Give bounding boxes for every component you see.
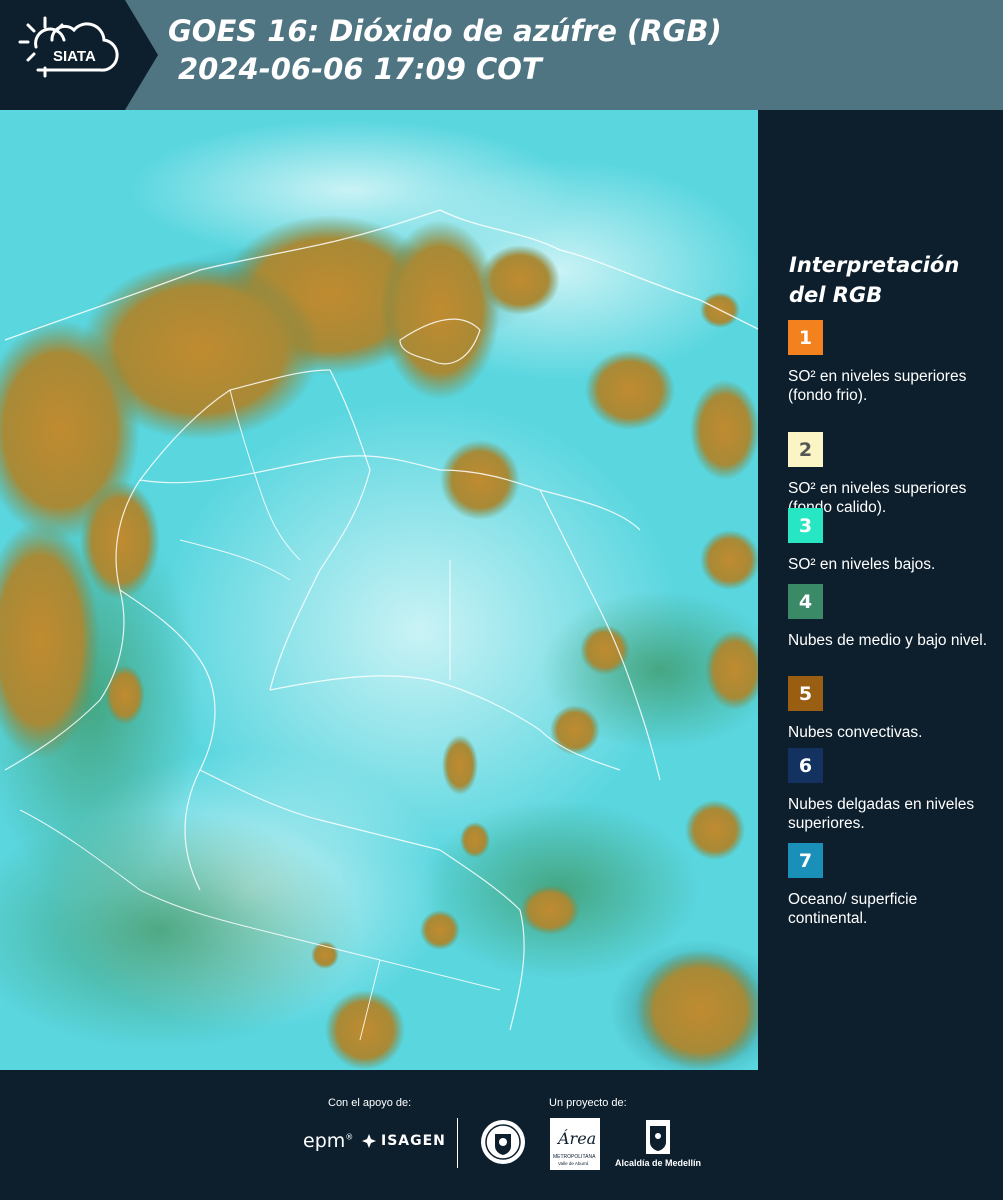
area-logo-sub2: Valle de Aburrá xyxy=(558,1161,589,1166)
legend-swatch: 5 xyxy=(788,676,823,711)
legend-item: 4 Nubes de medio y bajo nivel. xyxy=(788,584,988,650)
legend-label: SO² en niveles superiores (fondo frio). xyxy=(788,368,967,404)
legend-item: 7 Oceano/ superficie continental. xyxy=(788,843,988,928)
area-logo-text: Área xyxy=(556,1128,596,1148)
isagen-logo: ISAGEN xyxy=(361,1133,446,1149)
medellin-seal-logo xyxy=(479,1118,527,1166)
alcaldia-shield-icon xyxy=(646,1120,670,1154)
legend-item: 2 SO² en niveles superiores (fondo calido… xyxy=(788,432,988,517)
legend-swatch: 4 xyxy=(788,584,823,619)
area-logo-sub: METROPOLITANA xyxy=(553,1154,596,1160)
project-caption: Un proyecto de: xyxy=(549,1097,627,1109)
epm-logo: epm® xyxy=(303,1130,354,1152)
legend-swatch: 7 xyxy=(788,843,823,878)
legend-label: Nubes delgadas en niveles superiores. xyxy=(788,796,975,832)
legend-label: Oceano/ superficie continental. xyxy=(788,891,918,927)
footer-divider xyxy=(457,1118,458,1168)
legend-swatch: 6 xyxy=(788,748,823,783)
title-block: GOES 16: Dióxido de azúfre (RGB) 2024-06… xyxy=(168,12,722,88)
legend-swatch: 3 xyxy=(788,508,823,543)
isagen-mark-icon xyxy=(362,1134,376,1148)
legend-swatch: 2 xyxy=(788,432,823,467)
alcaldia-medellin-logo: Alcaldía de Medellín xyxy=(612,1118,704,1173)
image-timestamp: 2024-06-06 17:09 COT xyxy=(178,52,542,86)
legend-label: Nubes de medio y bajo nivel. xyxy=(788,632,988,649)
epm-logo-text: epm xyxy=(303,1130,346,1152)
siata-logo: SIATA xyxy=(0,0,158,110)
legend-item: 6 Nubes delgadas en niveles superiores. xyxy=(788,748,988,833)
support-caption: Con el apoyo de: xyxy=(328,1097,412,1109)
siata-logo-text: SIATA xyxy=(53,48,96,65)
footer: Con el apoyo de: Un proyecto de: epm® IS… xyxy=(0,1070,1003,1200)
legend-item: 3 SO² en niveles bajos. xyxy=(788,508,988,574)
legend-panel: Interpretación del RGB 1 SO² en niveles s… xyxy=(760,110,1003,1070)
page-title: GOES 16: Dióxido de azúfre (RGB) xyxy=(168,14,722,48)
isagen-logo-text: ISAGEN xyxy=(381,1133,446,1149)
satellite-map xyxy=(0,110,760,1070)
legend-swatch: 1 xyxy=(788,320,823,355)
legend-item: 5 Nubes convectivas. xyxy=(788,676,988,742)
header-bar: SIATA GOES 16: Dióxido de azúfre (RGB) 2… xyxy=(0,0,1003,110)
legend-title: Interpretación del RGB xyxy=(789,253,960,307)
legend-label: Nubes convectivas. xyxy=(788,724,923,741)
area-metropolitana-logo: Área METROPOLITANA Valle de Aburrá xyxy=(550,1118,600,1170)
legend-item: 1 SO² en niveles superiores (fondo frio). xyxy=(788,320,988,405)
alcaldia-logo-text: Alcaldía de Medellín xyxy=(614,1158,702,1168)
legend-label: SO² en niveles bajos. xyxy=(788,556,936,573)
satellite-image xyxy=(0,110,758,1070)
